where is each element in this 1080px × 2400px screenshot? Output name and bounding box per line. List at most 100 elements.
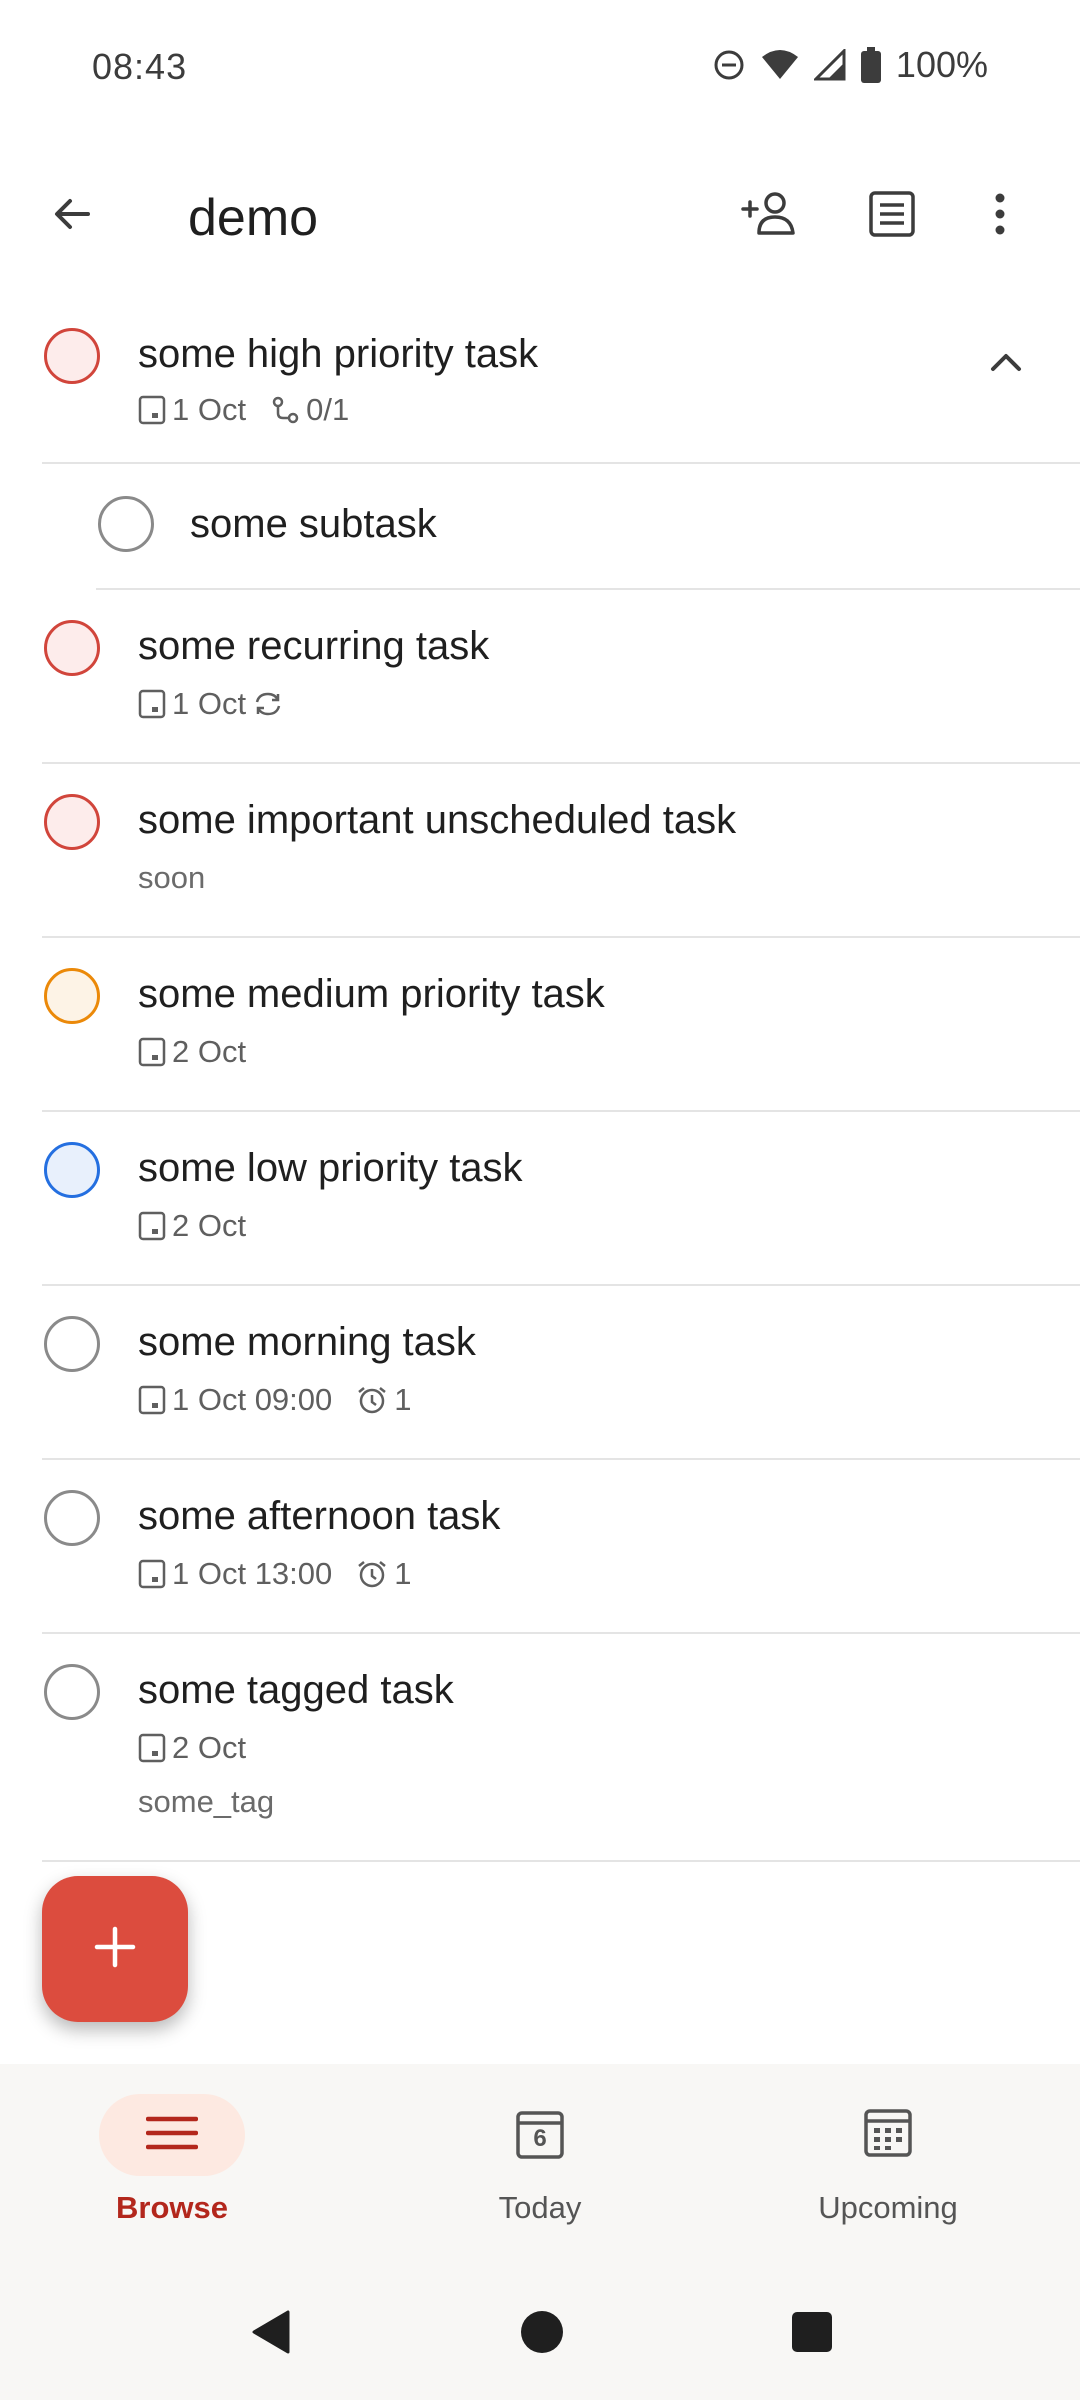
task-meta: 2 Oct xyxy=(138,1034,262,1070)
status-time: 08:43 xyxy=(92,46,188,87)
subtask-icon xyxy=(270,395,300,425)
task-row[interactable]: some low priority task 2 Oct xyxy=(42,1112,1080,1286)
calendar-today-icon: 6 xyxy=(515,2110,565,2160)
alarm-icon xyxy=(356,1385,388,1415)
system-back-button[interactable] xyxy=(232,2294,312,2374)
task-title: some tagged task xyxy=(138,1668,454,1712)
task-meta: 2 Oct xyxy=(138,1730,262,1766)
task-checkbox[interactable] xyxy=(44,968,100,1024)
reminder-count: 1 xyxy=(394,1556,412,1591)
nav-label: Today xyxy=(498,2190,582,2225)
collapse-button[interactable] xyxy=(982,340,1030,388)
nav-pill: 6 xyxy=(467,2094,613,2176)
calendar-icon xyxy=(138,1559,166,1589)
task-row[interactable]: some high priority task 1 Oct 0/1 xyxy=(42,300,1080,464)
nav-browse[interactable]: Browse xyxy=(52,2094,292,2244)
task-title: some afternoon task xyxy=(138,1494,501,1538)
task-title: some recurring task xyxy=(138,624,490,668)
bottom-nav: Browse 6 Today Upcoming xyxy=(0,2064,1080,2264)
task-meta: 2 Oct xyxy=(138,1208,262,1244)
back-triangle-icon xyxy=(248,2308,296,2361)
nav-today[interactable]: 6 Today xyxy=(420,2094,660,2244)
recurring-icon xyxy=(252,690,284,718)
task-meta: 1 Oct 09:00 1 xyxy=(138,1382,428,1418)
task-checkbox[interactable] xyxy=(44,620,100,676)
task-checkbox[interactable] xyxy=(44,794,100,850)
task-row[interactable]: some morning task 1 Oct 09:00 1 xyxy=(42,1286,1080,1460)
task-title: some medium priority task xyxy=(138,972,605,1016)
task-date: 1 Oct 13:00 xyxy=(172,1556,333,1591)
task-list: some high priority task 1 Oct 0/1 some s… xyxy=(0,300,1080,1862)
nav-upcoming[interactable]: Upcoming xyxy=(768,2094,1008,2244)
battery-icon xyxy=(860,47,882,83)
menu-icon xyxy=(145,2115,199,2156)
task-date: 1 Oct xyxy=(172,392,247,427)
home-circle-icon xyxy=(519,2309,565,2360)
system-home-button[interactable] xyxy=(502,2294,582,2374)
task-row[interactable]: some recurring task 1 Oct xyxy=(42,590,1080,764)
task-date: 1 Oct 09:00 xyxy=(172,1382,333,1417)
task-meta: 1 Oct xyxy=(138,686,300,722)
task-title: some high priority task xyxy=(138,332,539,376)
task-title: some subtask xyxy=(190,502,437,546)
list-view-icon xyxy=(867,189,917,244)
today-day-number: 6 xyxy=(533,2125,547,2152)
calendar-grid-icon xyxy=(863,2108,913,2163)
alarm-icon xyxy=(356,1559,388,1589)
task-title: some low priority task xyxy=(138,1146,523,1190)
battery-percent: 100% xyxy=(895,44,988,85)
task-date: 2 Oct xyxy=(172,1034,247,1069)
system-recents-button[interactable] xyxy=(772,2294,852,2374)
back-arrow-icon xyxy=(48,190,96,243)
add-task-button[interactable] xyxy=(42,1876,188,2022)
task-checkbox[interactable] xyxy=(44,1664,100,1720)
do-not-disturb-icon xyxy=(712,48,746,82)
nav-label: Browse xyxy=(116,2190,228,2225)
subtask-row[interactable]: some subtask xyxy=(96,464,1080,590)
task-title: some morning task xyxy=(138,1320,476,1364)
more-vert-icon xyxy=(992,190,1008,243)
app-bar: demo xyxy=(0,160,1080,272)
nav-label: Upcoming xyxy=(818,2190,958,2225)
task-checkbox[interactable] xyxy=(44,1316,100,1372)
back-button[interactable] xyxy=(38,182,106,250)
nav-pill xyxy=(815,2094,961,2176)
wifi-icon xyxy=(760,49,800,81)
view-options-button[interactable] xyxy=(858,182,926,250)
status-bar: 08:43 100% xyxy=(0,0,1080,132)
share-project-button[interactable] xyxy=(736,182,804,250)
task-checkbox[interactable] xyxy=(98,496,154,552)
calendar-icon xyxy=(138,395,166,425)
status-icons: 100% xyxy=(712,44,988,86)
page-title: demo xyxy=(188,189,319,247)
task-note: soon xyxy=(138,860,206,895)
calendar-icon xyxy=(138,1733,166,1763)
task-row[interactable]: some important unscheduled task soon xyxy=(42,764,1080,938)
task-checkbox[interactable] xyxy=(44,1142,100,1198)
task-title: some important unscheduled task xyxy=(138,798,737,842)
system-nav xyxy=(0,2264,1080,2400)
reminder-count: 1 xyxy=(394,1382,412,1417)
task-checkbox[interactable] xyxy=(44,328,100,384)
task-row[interactable]: some tagged task 2 Oct some_tag xyxy=(42,1634,1080,1862)
calendar-icon xyxy=(138,1385,166,1415)
task-row[interactable]: some medium priority task 2 Oct xyxy=(42,938,1080,1112)
task-date: 2 Oct xyxy=(172,1208,247,1243)
plus-icon xyxy=(93,1925,137,1974)
task-row[interactable]: some afternoon task 1 Oct 13:00 1 xyxy=(42,1460,1080,1634)
screen: 08:43 100% demo some high priority task … xyxy=(0,0,1080,2400)
more-options-button[interactable] xyxy=(966,182,1034,250)
calendar-icon xyxy=(138,1211,166,1241)
nav-pill xyxy=(99,2094,245,2176)
task-meta: 1 Oct 0/1 xyxy=(138,392,365,428)
task-meta: 1 Oct 13:00 1 xyxy=(138,1556,428,1592)
add-person-icon xyxy=(739,189,801,244)
calendar-icon xyxy=(138,1037,166,1067)
task-date: 2 Oct xyxy=(172,1730,247,1765)
task-tag[interactable]: some_tag xyxy=(138,1784,274,1820)
subtask-count: 0/1 xyxy=(306,392,350,427)
calendar-icon xyxy=(138,689,166,719)
task-date: 1 Oct xyxy=(172,686,247,721)
task-checkbox[interactable] xyxy=(44,1490,100,1546)
signal-icon xyxy=(813,49,846,81)
